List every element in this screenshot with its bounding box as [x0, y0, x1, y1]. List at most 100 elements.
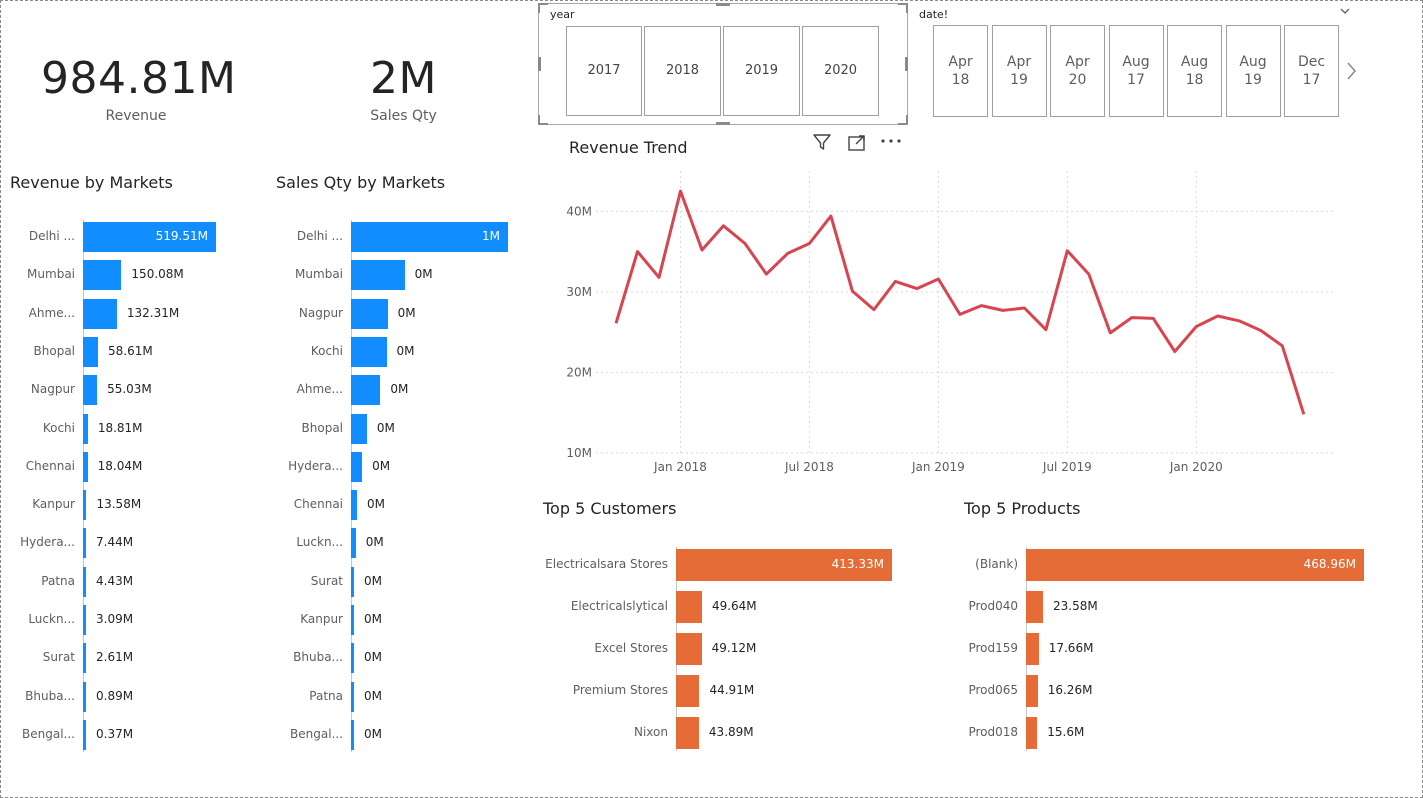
sales-qty-by-markets-chart[interactable]: Delhi ... 1M Mumbai 0M Nagpur 0M Kochi 0M Ahme..…	[269, 220, 519, 752]
bar[interactable]	[83, 413, 88, 444]
line-data-point[interactable]	[1107, 330, 1113, 336]
bar[interactable]	[351, 260, 405, 291]
resize-handle[interactable]	[538, 57, 541, 71]
bar[interactable]	[351, 451, 363, 482]
line-data-point[interactable]	[1193, 324, 1199, 330]
bar[interactable]	[83, 719, 86, 750]
line-data-point[interactable]	[1172, 349, 1178, 355]
bar[interactable]	[83, 681, 86, 712]
line-data-point[interactable]	[1215, 313, 1221, 319]
bar[interactable]	[351, 528, 356, 559]
line-data-point[interactable]	[763, 271, 769, 277]
date-slicer[interactable]: date! Apr 18 Apr 19 Apr 20 Aug 17 Aug 18 Aug 19 Dec 1…	[916, 3, 1356, 123]
date-tile[interactable]: Apr 18	[933, 25, 988, 117]
year-tile-2020[interactable]: 2020	[802, 26, 879, 116]
bar[interactable]	[351, 719, 354, 750]
resize-handle[interactable]	[538, 3, 540, 13]
sales-qty-card[interactable]: 2M Sales Qty	[321, 53, 486, 124]
line-data-point[interactable]	[806, 241, 812, 247]
bar[interactable]	[351, 605, 354, 635]
date-tile[interactable]: Aug 17	[1108, 25, 1164, 117]
bar[interactable]	[351, 413, 367, 444]
line-data-point[interactable]	[1086, 271, 1092, 277]
bar[interactable]	[1026, 591, 1043, 623]
line-data-point[interactable]	[1258, 328, 1264, 334]
bar[interactable]	[351, 298, 388, 329]
date-tile[interactable]: Dec 17	[1284, 25, 1339, 117]
year-tile-2017[interactable]: 2017	[566, 26, 642, 116]
line-data-point[interactable]	[871, 307, 877, 313]
chevron-down-icon[interactable]	[1338, 6, 1352, 16]
line-data-point[interactable]	[742, 241, 748, 247]
bar[interactable]	[1026, 633, 1039, 665]
line-data-point[interactable]	[1129, 315, 1135, 321]
line-data-point[interactable]	[892, 278, 898, 284]
date-tile[interactable]: Apr 20	[1050, 25, 1105, 117]
year-slicer[interactable]: year 2017 2018 2019 2020	[538, 3, 908, 125]
bar[interactable]	[83, 643, 86, 674]
bar[interactable]	[83, 566, 86, 597]
resize-handle[interactable]	[716, 3, 730, 6]
resize-handle[interactable]	[905, 57, 908, 71]
bar[interactable]	[351, 566, 354, 597]
line-data-point[interactable]	[1064, 248, 1070, 254]
bar[interactable]	[83, 375, 98, 406]
more-options-icon[interactable]	[879, 133, 903, 149]
year-tile-2019[interactable]: 2019	[723, 26, 800, 116]
bar-category-label: Prod159	[968, 641, 1018, 655]
line-data-point[interactable]	[1043, 327, 1049, 333]
line-data-point[interactable]	[849, 288, 855, 294]
line-data-point[interactable]	[1021, 305, 1027, 311]
bar[interactable]	[351, 375, 381, 406]
line-data-point[interactable]	[635, 249, 641, 255]
revenue-by-markets-chart[interactable]: Delhi ... 519.51M Mumbai 150.08M Ahme... 132.…	[1, 220, 261, 752]
date-tile[interactable]: Apr 19	[991, 25, 1047, 117]
bar[interactable]	[1026, 717, 1038, 749]
date-tile[interactable]: Aug 18	[1167, 25, 1222, 117]
line-data-point[interactable]	[914, 286, 920, 292]
revenue-series-line[interactable]	[614, 189, 1306, 415]
line-data-point[interactable]	[613, 320, 619, 326]
resize-handle[interactable]	[538, 115, 540, 125]
bar[interactable]	[83, 260, 122, 291]
filter-icon[interactable]	[812, 132, 832, 152]
revenue-trend-chart[interactable]: 10M 20M 30M 40M Jan 2018 Jul 2018 Jan 2019 Jul …	[541, 161, 1341, 481]
bar[interactable]	[83, 336, 98, 367]
line-data-point[interactable]	[1279, 343, 1285, 349]
bar[interactable]	[351, 336, 387, 367]
bar[interactable]	[351, 681, 354, 712]
line-data-point[interactable]	[1301, 411, 1307, 417]
bar[interactable]	[676, 591, 702, 623]
focus-mode-icon[interactable]	[847, 133, 867, 153]
line-data-point[interactable]	[935, 276, 941, 282]
bar[interactable]	[351, 643, 354, 674]
date-tile[interactable]: Aug 19	[1225, 25, 1281, 117]
bar[interactable]	[1026, 675, 1038, 707]
chevron-right-icon[interactable]	[1344, 59, 1358, 83]
revenue-card[interactable]: 984.81M Revenue	[41, 53, 236, 124]
line-data-point[interactable]	[1236, 318, 1242, 324]
bar[interactable]	[676, 675, 700, 707]
line-data-point[interactable]	[656, 274, 662, 280]
line-data-point[interactable]	[828, 213, 834, 219]
line-data-point[interactable]	[678, 188, 684, 194]
resize-handle[interactable]	[716, 122, 730, 125]
bar[interactable]	[351, 490, 358, 521]
line-data-point[interactable]	[721, 223, 727, 229]
bar[interactable]	[83, 528, 86, 559]
line-data-point[interactable]	[1000, 307, 1006, 313]
line-data-point[interactable]	[957, 311, 963, 317]
resize-handle[interactable]	[906, 3, 908, 13]
bar[interactable]	[676, 633, 702, 665]
line-data-point[interactable]	[978, 303, 984, 309]
year-tile-2018[interactable]: 2018	[644, 26, 721, 116]
line-data-point[interactable]	[785, 250, 791, 256]
line-data-point[interactable]	[699, 247, 705, 253]
bar[interactable]	[83, 298, 117, 329]
bar[interactable]	[676, 717, 699, 749]
bar[interactable]	[83, 451, 88, 482]
bar[interactable]	[83, 490, 87, 521]
line-data-point[interactable]	[1150, 315, 1156, 321]
bar[interactable]	[83, 605, 86, 635]
resize-handle[interactable]	[906, 115, 908, 125]
